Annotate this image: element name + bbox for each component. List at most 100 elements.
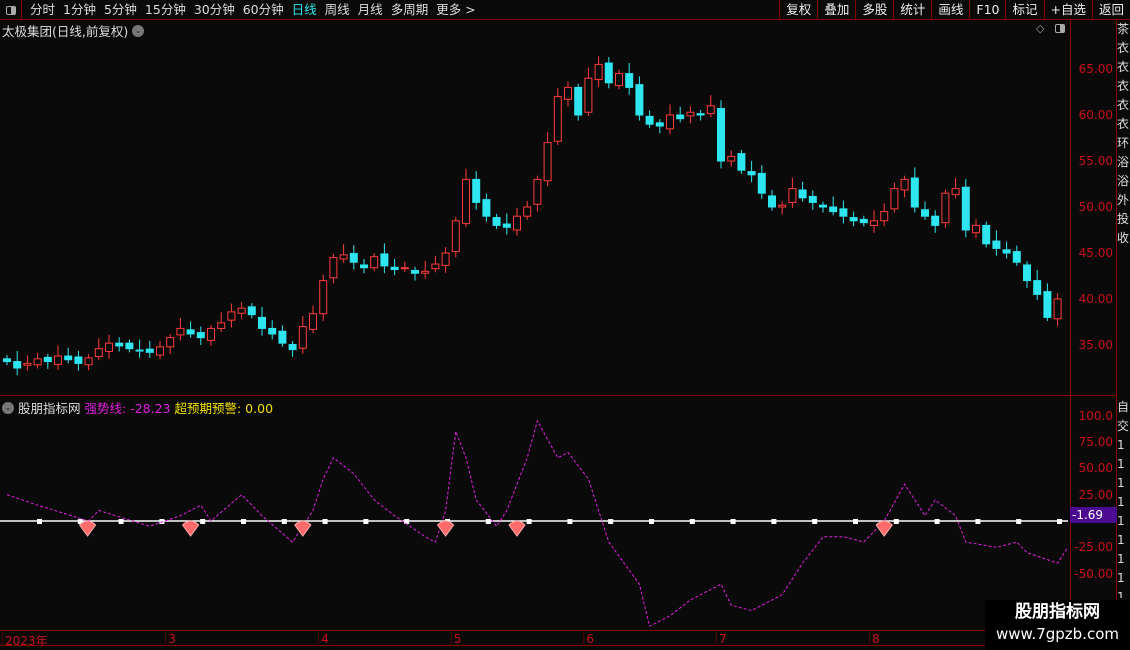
warning-signal-icon: [508, 520, 526, 537]
candle: [502, 223, 511, 228]
indicator-axis-label: -50.00: [1074, 566, 1113, 581]
date-label: 4: [318, 632, 329, 646]
candle: [125, 342, 134, 350]
zero-marker: [1057, 519, 1062, 524]
watermark: 股朋指标网 www.7gpzb.com: [985, 600, 1130, 650]
tool-button[interactable]: 返回: [1091, 0, 1130, 20]
candle: [64, 355, 73, 361]
candle: [268, 327, 277, 335]
candle: [910, 177, 919, 208]
candle: [84, 357, 93, 366]
candle: [635, 84, 644, 116]
candle: [482, 199, 491, 217]
candle: [196, 332, 205, 339]
candle: [666, 114, 674, 130]
candle: [533, 178, 542, 205]
zero-marker: [893, 519, 899, 524]
zero-marker: [567, 519, 573, 524]
watermark-url: www.7gpzb.com: [996, 625, 1119, 643]
right-panel-text: 茶衣衣衣衣衣环浴浴外投收: [1117, 22, 1130, 245]
candle: [829, 206, 838, 213]
candle: [992, 240, 1001, 249]
right-panel: 茶衣衣衣衣衣环浴浴外投收: [1117, 20, 1130, 395]
candle: [135, 349, 144, 352]
watermark-title: 股朋指标网: [1015, 602, 1100, 622]
zero-marker: [37, 519, 42, 524]
zero-marker: [649, 519, 654, 524]
candle: [186, 329, 195, 335]
candle: [3, 358, 11, 363]
zero-marker: [608, 519, 614, 524]
candle: [1002, 249, 1011, 254]
current-value-badge: -1.69: [1070, 507, 1117, 523]
candle: [931, 215, 940, 226]
candle: [727, 155, 736, 162]
candle: [553, 96, 562, 142]
zero-marker: [281, 519, 287, 524]
warning-signal-icon: [436, 520, 455, 537]
candle: [23, 362, 32, 366]
date-axis: 2023年 3 4 5 6 7 8: [0, 630, 1117, 648]
candle: [288, 344, 297, 351]
price-label: 45.00: [1078, 246, 1113, 260]
price-label: 60.00: [1078, 108, 1113, 122]
zero-marker: [1016, 519, 1022, 524]
date-label: 6: [583, 632, 594, 646]
indicator-axis-label: 50.00: [1078, 461, 1113, 476]
candle: [676, 114, 685, 120]
candle: [625, 73, 634, 88]
candle: [115, 342, 124, 347]
candle: [339, 254, 348, 260]
candle: [421, 270, 430, 274]
indicator-header: ⌄ 股朋指标网 强势线: -28.23 超预期预警: 0.00: [2, 398, 273, 417]
price-axis: 65.00 60.00 55.00 50.00 45.00 40.00 35.00 100.0…: [1070, 20, 1117, 630]
candle: [982, 224, 991, 245]
candle: [604, 62, 613, 84]
candle: [380, 253, 389, 267]
candle: [329, 257, 338, 279]
indicator-axis-label: 100.0: [1078, 408, 1113, 423]
candle: [890, 188, 899, 210]
price-label: 40.00: [1078, 292, 1113, 306]
candle: [166, 337, 175, 348]
date-label: 8: [869, 632, 880, 646]
indicator-axis-label: -25.00: [1074, 540, 1113, 555]
price-chart[interactable]: [0, 0, 1070, 630]
warning-signal-icon: [294, 520, 312, 537]
warning-label: 超预期预警: 0.00: [174, 401, 274, 416]
chevron-down-icon[interactable]: ⌄: [2, 401, 14, 414]
candle: [696, 113, 705, 116]
candle: [390, 266, 399, 271]
candle: [615, 73, 623, 87]
zero-marker: [159, 519, 165, 524]
candle: [472, 178, 481, 203]
candle: [788, 188, 797, 203]
price-label: 35.00: [1078, 338, 1113, 352]
candle: [1033, 280, 1042, 295]
candle: [564, 86, 572, 100]
zero-marker: [975, 519, 981, 524]
zero-marker: [771, 519, 777, 524]
candle: [819, 204, 827, 208]
candle: [237, 307, 246, 314]
candle: [360, 264, 368, 269]
price-label: 65.00: [1078, 62, 1113, 76]
candle: [105, 342, 113, 352]
candle: [451, 220, 460, 253]
strong-line: [6, 419, 1069, 628]
candle: [859, 218, 868, 224]
candle: [961, 186, 970, 231]
candle: [645, 115, 654, 125]
candle: [462, 178, 470, 225]
candle: [207, 327, 215, 341]
candle: [798, 189, 807, 199]
zero-marker: [404, 519, 410, 524]
date-label: 7: [716, 632, 727, 646]
zero-marker: [730, 519, 736, 524]
date-label: 5: [450, 632, 461, 646]
indicator-name: 股朋指标网: [18, 401, 81, 416]
candle: [13, 361, 22, 369]
candle: [431, 263, 440, 270]
candle: [43, 356, 52, 363]
candle: [849, 217, 858, 222]
